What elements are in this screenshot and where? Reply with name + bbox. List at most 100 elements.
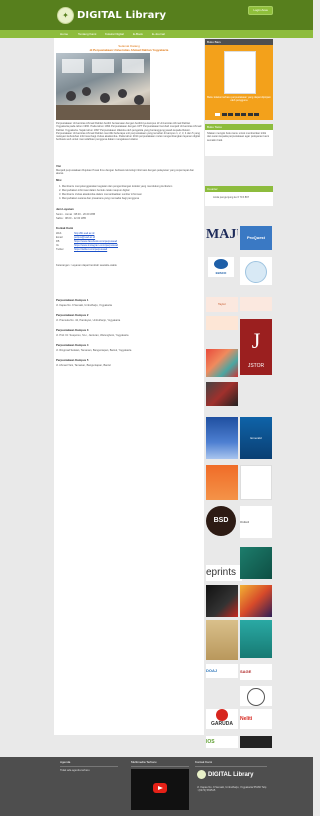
misi-item: 2. Menyediakan informasi dalam bentuk ce… (59, 189, 130, 192)
oxford-logo[interactable]: Oxford (240, 506, 272, 538)
campus-heading: Perpustakaan Kampus 2 (56, 313, 89, 317)
campus-heading: Perpustakaan Kampus 5 (56, 358, 89, 362)
sage-logo-text: SAGE (240, 669, 252, 674)
misi-item: 3. Membantu civitas akademika dalam mema… (59, 193, 142, 196)
buku-baru-slider[interactable]: Buku koleksi terbaru perpustakaan yang d… (205, 45, 273, 120)
slider-dot[interactable] (221, 113, 227, 116)
slider-dot[interactable] (234, 113, 240, 116)
slider-dots (215, 113, 259, 116)
contact-fb-link[interactable]: https://www.facebook.com/perpusuad (74, 240, 117, 243)
journal-logo[interactable] (206, 316, 238, 330)
footer-logo: DIGITAL Library (197, 770, 253, 779)
slider-dot[interactable] (228, 113, 233, 116)
contact-key: Twitter (56, 248, 64, 251)
divider (131, 766, 189, 767)
campus-text: Jl. Ahmad Yani, Tamanan, Banguntapan, Ba… (56, 364, 111, 367)
contact-ig-link[interactable]: https://www.instagram.com/perpusuad (74, 244, 118, 247)
contact-key: FB (56, 240, 60, 243)
maju-logo-text: MAJU (206, 227, 238, 242)
contact-twitter-link[interactable]: https://twitter.com/perpusuad (74, 248, 107, 251)
journal-cover[interactable] (240, 585, 272, 617)
agenda-heading: Agenda (60, 760, 71, 764)
eprints-logo[interactable]: eprints (206, 565, 242, 581)
nav-ebook[interactable]: E-Book (133, 32, 143, 36)
divider (195, 766, 267, 767)
nav-tentang[interactable]: Tentang Kami (78, 32, 96, 36)
jstor-logo[interactable]: J JSTOR (240, 319, 272, 375)
misi-item: 4. Menyediakan sarana dan prasarana yang… (59, 197, 140, 200)
journal-logo[interactable] (240, 297, 272, 311)
play-icon[interactable] (153, 783, 167, 793)
journal-logo[interactable] (240, 257, 272, 285)
journal-logo[interactable] (240, 736, 272, 748)
library-photo (56, 53, 150, 120)
visi-text: Menjadi perpustakaan Rujukan Pusat Ilmu … (56, 169, 194, 176)
site-logo[interactable]: ✦ DIGITAL Library (57, 7, 166, 24)
slider-dot[interactable] (247, 113, 253, 116)
contact-email-link[interactable]: perpus@uad.ac.id (74, 236, 95, 239)
journal-cover[interactable] (206, 349, 238, 377)
nav-koleksi[interactable]: Koleksi Digital (105, 32, 124, 36)
journal-cover[interactable] (240, 547, 272, 579)
oxford-logo-text: Oxford (240, 520, 250, 524)
misi-heading: Misi (56, 178, 62, 182)
ios-logo[interactable]: IOS (206, 736, 238, 748)
ios-logo-text: IOS (206, 739, 215, 745)
logo-icon (197, 770, 206, 779)
jam-line: Sabtu : 08.00 - 12.00 WIB (56, 217, 86, 220)
journal-cover[interactable] (206, 382, 238, 406)
contact-key: IG (56, 244, 59, 247)
taylor-logo[interactable]: Taylor (206, 297, 238, 312)
maju-logo[interactable]: MAJU (206, 226, 238, 244)
campus-heading: Perpustakaan Kampus 3 (56, 328, 89, 332)
book-caption: Buku koleksi terbaru perpustakaan yang d… (207, 96, 271, 103)
jam-heading: Jam Layanan (56, 207, 74, 211)
main-nav: Home Tentang Kami Koleksi Digital E-Book… (0, 30, 313, 38)
contact-heading: Kontak Kami (56, 226, 74, 230)
contact-web-link[interactable]: http://lib.uad.ac.id (74, 232, 94, 235)
footer-address: Jl. Kapas No. 9 Semaki, Umbulharjo, Yogy… (197, 786, 267, 793)
ebsco-logo-text: EBSCO (215, 271, 227, 275)
garuda-logo-text: GARUDA (211, 721, 233, 727)
eprints-logo-text: eprints (206, 567, 237, 578)
emerald-logo[interactable]: Emerald (240, 417, 272, 459)
neliti-logo[interactable]: Neliti (240, 709, 272, 729)
university-seal[interactable] (240, 686, 272, 706)
garuda-logo[interactable]: GARUDA (206, 709, 238, 729)
slider-dot[interactable] (254, 113, 259, 116)
journal-cover[interactable] (206, 620, 238, 660)
journal-cover[interactable] (206, 585, 238, 617)
sage-logo[interactable]: SAGE (240, 664, 272, 680)
visi-heading: Visi (56, 164, 61, 168)
page-title: di Perpustakaan Universitas Ahmad Dahlan… (89, 48, 169, 52)
bsd-logo[interactable]: BSD (206, 506, 238, 538)
ebsco-logo[interactable]: EBSCO (208, 257, 234, 277)
site-title: DIGITAL Library (77, 10, 167, 21)
video-player[interactable] (131, 769, 189, 810)
jam-line: Senin - Jumat : 08.00 - 20.00 WIB (56, 213, 96, 216)
slider-dot[interactable] (215, 113, 220, 116)
journal-cover[interactable] (206, 465, 238, 500)
book-cover[interactable] (224, 51, 256, 94)
buku-tamu-box: Silakan mengisi buku tamu untuk memberik… (205, 130, 273, 156)
journal-cover[interactable] (240, 620, 272, 658)
main-content: Selamat Datang di Perpustakaan Universit… (54, 38, 204, 735)
top-bar: ✦ DIGITAL Library Login Area (0, 0, 313, 30)
bsd-logo-text: BSD (206, 506, 236, 536)
taylor-logo-text: Taylor (217, 302, 226, 306)
proquest-logo[interactable]: ProQuest (240, 226, 272, 250)
journal-cover[interactable] (206, 417, 238, 459)
login-button[interactable]: Login Area (248, 6, 273, 15)
counter-text: Anda pengunjung ke 6 715 897 (213, 196, 250, 199)
intro-paragraph: Perpustakaan Universitas Ahmad Dahlan be… (56, 122, 202, 142)
contact-key: Web (56, 232, 62, 235)
campus-text: Jl. Kapas No. 9 Semaki, Umbulharjo, Yogy… (56, 304, 112, 307)
doaj-logo[interactable]: DOAJ (206, 664, 238, 678)
nav-ejournal[interactable]: E-Journal (152, 32, 165, 36)
journal-cover[interactable] (240, 465, 272, 500)
campus-text: Jl. Pramuka No. 42, Pandeyan, Umbulharjo… (56, 319, 121, 322)
nav-home[interactable]: Home (60, 32, 68, 36)
footer-brand: DIGITAL Library (208, 771, 254, 778)
agenda-item[interactable]: Tidak ada agenda terbaru (60, 769, 90, 773)
slider-dot[interactable] (241, 113, 246, 116)
